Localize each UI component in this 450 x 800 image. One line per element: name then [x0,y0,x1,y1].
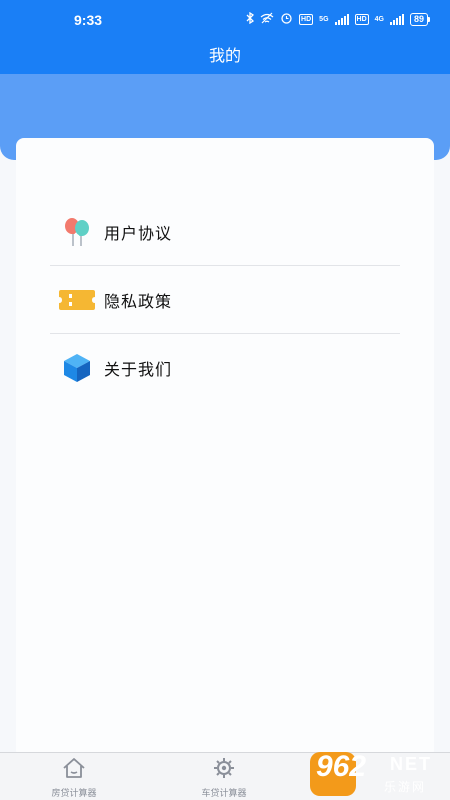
network-5g-label: 5G [319,16,329,23]
menu-item-label: 关于我们 [104,362,173,379]
menu-item-about-us[interactable]: 关于我们 [50,334,400,402]
home-icon [61,757,87,784]
network-4g-label: 4G [374,16,384,23]
watermark-logo: 962 NET 乐游网 [310,748,450,800]
tab-label: 车贷计算器 [201,788,247,798]
tab-car-loan-calculator[interactable]: 车贷计算器 [164,757,284,799]
status-time: 9:33 [74,12,103,28]
tab-mortgage-calculator[interactable]: 房贷计算器 [14,757,134,799]
watermark-site: 乐游网 [384,780,427,794]
gear-icon [211,757,237,784]
menu-item-user-agreement[interactable]: 用户协议 [50,198,400,266]
cube-icon [58,353,96,383]
menu-item-label: 隐私政策 [104,293,173,311]
tab-label: 房贷计算器 [51,788,97,798]
alarm-icon [280,12,293,27]
ticket-icon [58,285,96,315]
hd-badge-2: HD [354,14,369,25]
page-title: 我的 [208,48,241,65]
balloons-icon [58,217,96,247]
battery-icon: 89 [409,13,431,26]
wifi-off-icon [260,12,274,27]
menu-item-privacy-policy[interactable]: 隐私政策 [50,266,400,334]
title-bar: 我的 [0,40,450,74]
hd-badge: HD [299,14,314,25]
signal-icon-2 [389,14,404,25]
bluetooth-icon [246,11,255,27]
watermark-number: 962 [316,750,367,783]
signal-icon [334,14,349,25]
watermark-net: NET [390,754,432,774]
status-icons: HD 5G HD 4G 89 [246,11,431,27]
status-bar: 9:33 HD 5G HD 4G 89 [0,0,450,40]
menu-item-label: 用户协议 [104,225,173,243]
